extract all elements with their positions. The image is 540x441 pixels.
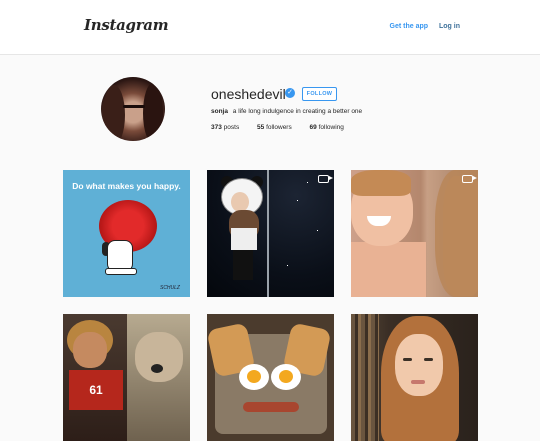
stat-followers[interactable]: 55 followers [257, 124, 292, 131]
post-tile[interactable]: Do what makes you happy. SCHULZ [63, 170, 190, 297]
artist-signature: SCHULZ [159, 285, 180, 291]
post-tile[interactable] [207, 314, 334, 441]
log-in-link[interactable]: Log in [439, 23, 460, 30]
profile-bio-text: a life long indulgence in creating a bet… [232, 108, 363, 115]
instagram-logo[interactable]: Instagram [84, 16, 169, 34]
bacon-strip [243, 402, 299, 412]
profile-stats: 373 posts 55 followers 69 following [211, 124, 360, 131]
video-camera-icon [462, 175, 477, 183]
post-tile[interactable] [207, 170, 334, 297]
panda-face [231, 192, 249, 212]
profile-bio: sonja a life long indulgence in creating… [211, 108, 362, 115]
girl-face [395, 334, 443, 396]
stat-posts: 373 posts [211, 124, 240, 131]
yolk-right [279, 370, 293, 383]
profile-avatar [101, 77, 165, 141]
panda-shirt [231, 228, 257, 250]
second-child-hair [435, 170, 478, 297]
bookshelf [351, 314, 379, 441]
verified-badge-icon: ✓ [285, 88, 295, 98]
video-camera-icon [318, 175, 333, 183]
girl-eye-right [424, 358, 433, 361]
nav-links: Get the app Log in [381, 23, 460, 30]
avatar-hair-right [143, 83, 163, 141]
stat-following[interactable]: 69 following [310, 124, 344, 131]
follow-button[interactable]: FOLLOW [302, 87, 337, 101]
pole [267, 170, 269, 297]
avatar-hair-left [103, 85, 125, 141]
profile-display-name: sonja [211, 108, 228, 115]
singer-face [73, 332, 107, 368]
avatar-eyes [123, 105, 145, 108]
panda-legs [233, 250, 253, 280]
jersey: 61 [69, 370, 123, 410]
dog-face [135, 332, 183, 382]
snoopy-feet [105, 268, 137, 275]
child-chest [351, 242, 426, 297]
dog-nose [151, 364, 163, 373]
yolk-left [247, 370, 261, 383]
post-tile[interactable]: 61 [63, 314, 190, 441]
get-the-app-link[interactable]: Get the app [390, 23, 429, 30]
post-tile[interactable] [351, 170, 478, 297]
post-tile[interactable] [351, 314, 478, 441]
girl-eye-left [403, 358, 412, 361]
profile-username: oneshedevil [211, 86, 286, 102]
child-hair [351, 170, 411, 196]
top-nav-bar: Instagram Get the app Log in [0, 0, 540, 55]
girl-lips [411, 380, 425, 384]
post-image-caption: Do what makes you happy. [72, 181, 181, 191]
